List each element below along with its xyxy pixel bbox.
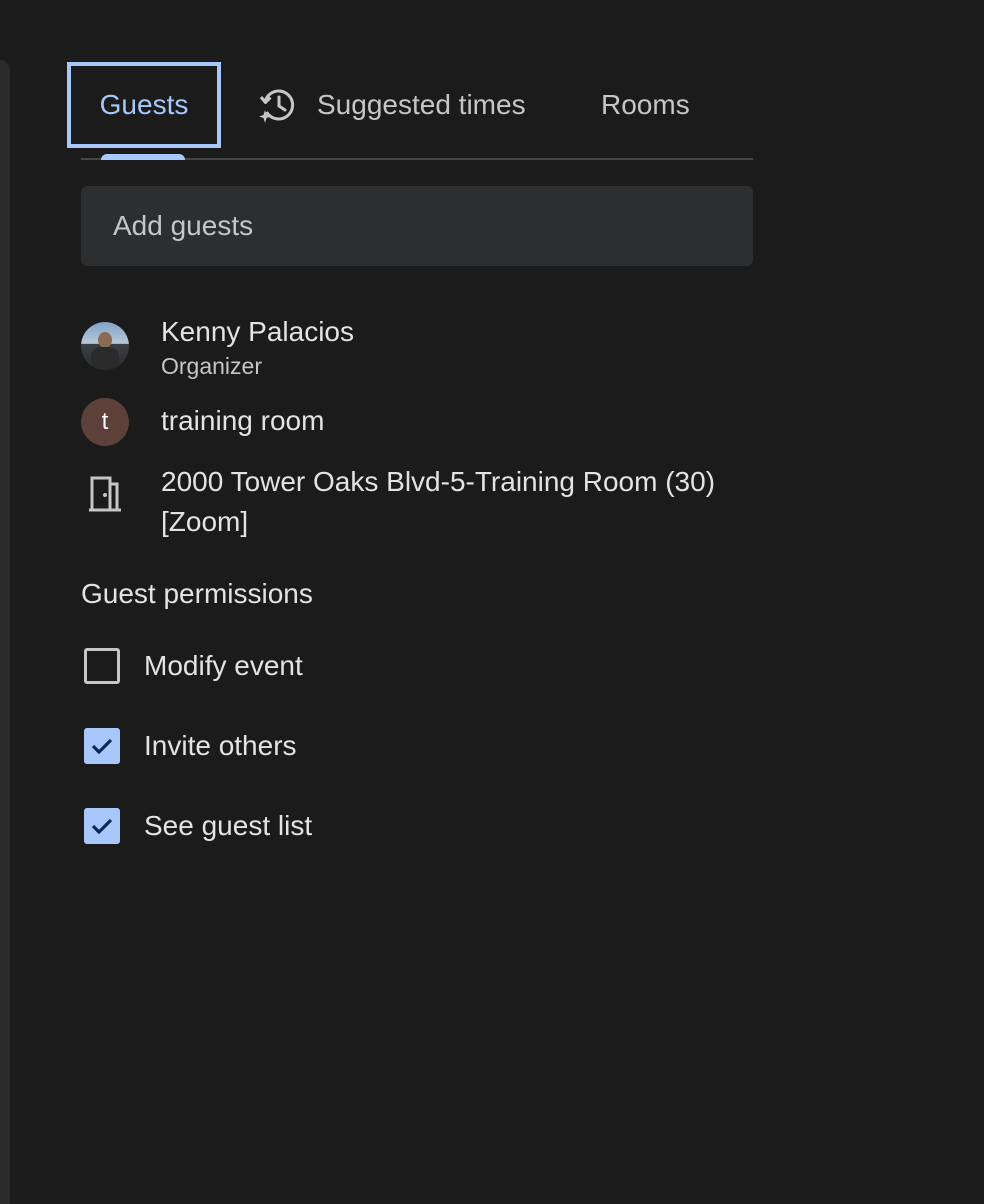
history-sparkle-icon [259, 89, 295, 123]
active-tab-indicator [101, 154, 185, 160]
guest-role: Organizer [161, 353, 262, 379]
guest-permissions-title: Guest permissions [81, 578, 313, 609]
room-item[interactable]: 2000 Tower Oaks Blvd-5-Training Room (30… [81, 462, 721, 542]
modify-event-checkbox[interactable] [84, 648, 120, 684]
see-guest-list-checkbox[interactable] [84, 808, 120, 844]
tab-suggested-times-label: Suggested times [317, 89, 526, 120]
guest-name: training room [161, 405, 325, 436]
permission-modify-event[interactable]: Modify event [84, 646, 303, 686]
tab-suggested-times[interactable]: Suggested times [257, 62, 526, 148]
check-icon [91, 738, 113, 755]
guest-name: Kenny Palacios [161, 316, 355, 347]
tab-guests-label: Guests [99, 89, 189, 120]
permission-label: Invite others [144, 730, 297, 761]
add-guests-input[interactable] [81, 186, 753, 266]
permission-label: Modify event [144, 650, 303, 681]
permission-see-guest-list[interactable]: See guest list [84, 806, 312, 846]
side-panel-edge [0, 60, 10, 1204]
guests-panel: Guests Suggested times Rooms Kenny Palac… [0, 0, 984, 1204]
permission-invite-others[interactable]: Invite others [84, 726, 297, 766]
invite-others-checkbox[interactable] [84, 728, 120, 764]
tab-rooms[interactable]: Rooms [601, 62, 690, 148]
check-icon [91, 818, 113, 835]
room-name: 2000 Tower Oaks Blvd-5-Training Room (30… [161, 466, 716, 537]
guest-item-training-room[interactable]: t training room [81, 398, 324, 446]
tab-rooms-label: Rooms [601, 89, 690, 120]
avatar: t [81, 398, 129, 446]
avatar [81, 322, 129, 370]
door-icon [89, 476, 121, 512]
permission-label: See guest list [144, 810, 313, 841]
tab-guests[interactable]: Guests [67, 62, 221, 148]
guest-item-organizer[interactable]: Kenny Palacios Organizer [81, 314, 354, 382]
tab-bar: Guests Suggested times Rooms [67, 62, 753, 160]
